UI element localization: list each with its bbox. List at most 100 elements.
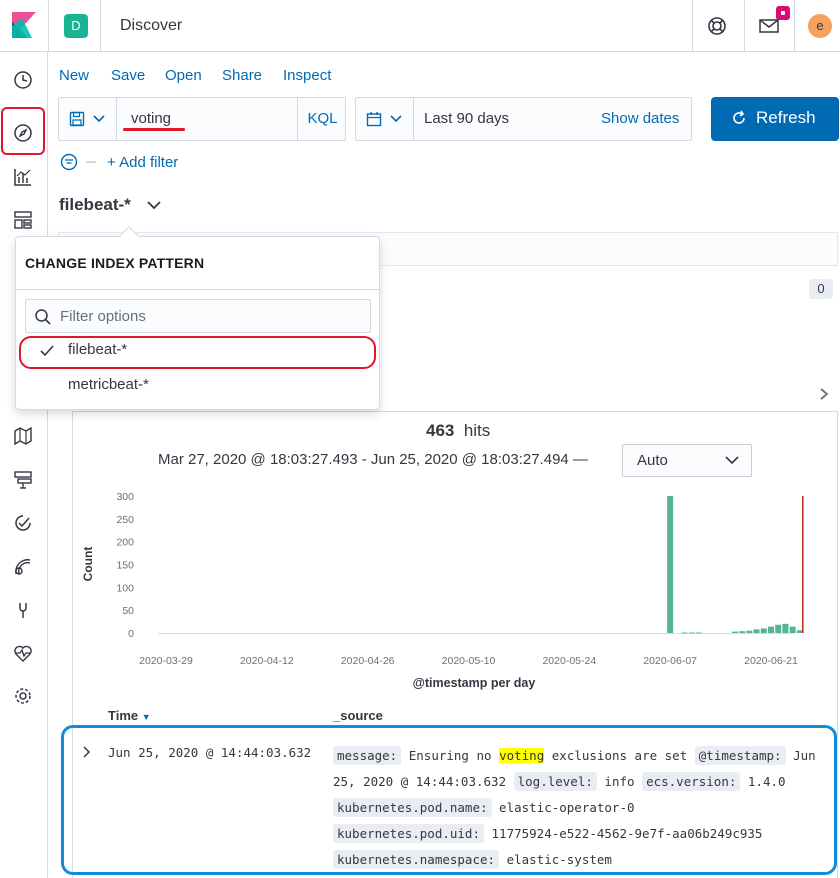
x-axis-label: @timestamp per day — [413, 676, 536, 690]
chevron-down-icon — [390, 115, 402, 123]
source-field-value: exclusions are set — [551, 748, 688, 763]
source-column-header: _source — [333, 708, 383, 723]
filter-menu-icon[interactable] — [60, 153, 98, 171]
y-tick-label: 50 — [122, 605, 134, 617]
chevron-right-icon[interactable] — [818, 387, 830, 401]
row-timestamp: Jun 25, 2020 @ 14:44:03.632 — [108, 745, 312, 760]
search-input[interactable]: voting — [131, 110, 171, 127]
new-link[interactable]: New — [59, 67, 89, 84]
source-cell: message: Ensuring no voting exclusions a… — [333, 743, 829, 873]
siem-icon[interactable] — [12, 556, 34, 578]
histogram-bar — [796, 630, 803, 633]
show-dates-link[interactable]: Show dates — [601, 110, 679, 127]
divider — [48, 0, 49, 52]
y-tick-label: 250 — [116, 514, 134, 526]
page-title: Discover — [120, 17, 183, 34]
maps-icon[interactable] — [12, 425, 34, 447]
user-avatar[interactable]: e — [808, 14, 832, 38]
change-index-pattern-popover: CHANGE INDEX PATTERN Filter options file… — [15, 226, 380, 410]
notification-badge — [776, 6, 790, 20]
management-gear-icon[interactable] — [12, 685, 34, 707]
visualize-chart-icon[interactable] — [12, 166, 34, 188]
histogram-bar — [681, 632, 688, 634]
source-field-value: 11775924-e522-4562-9e7f-aa06b249c935 — [491, 826, 763, 841]
option-metricbeat[interactable]: metricbeat-* — [68, 376, 149, 393]
source-field-key: message: — [333, 746, 402, 765]
x-tick-label: 2020-04-12 — [240, 655, 294, 667]
highlight-underline — [123, 128, 185, 131]
divider — [692, 0, 693, 52]
time-range-text: Mar 27, 2020 @ 18:03:27.493 - Jun 25, 20… — [158, 451, 588, 468]
y-tick-label: 100 — [116, 582, 134, 594]
y-axis-label: Count — [81, 547, 95, 582]
x-tick-label: 2020-03-29 — [139, 655, 193, 667]
uptime-icon[interactable] — [12, 512, 34, 534]
divider — [744, 0, 745, 52]
field-count-badge: 0 — [809, 279, 833, 299]
recent-clock-icon[interactable] — [12, 69, 34, 91]
help-lifebuoy-icon[interactable] — [706, 15, 728, 37]
saved-query-button[interactable] — [59, 98, 117, 140]
y-tick-label: 300 — [116, 491, 134, 503]
histogram-bar — [695, 632, 702, 634]
source-field: kubernetes.namespace: elastic-system — [333, 850, 612, 869]
discover-compass-icon[interactable] — [12, 122, 34, 144]
y-tick-label: 150 — [116, 560, 134, 572]
x-tick-label: 2020-06-07 — [643, 655, 697, 667]
source-field-value: elastic-operator-0 — [499, 800, 635, 815]
chevron-down-icon — [725, 456, 739, 465]
source-field: message: Ensuring no voting exclusions a… — [333, 746, 687, 765]
source-field-key: @timestamp: — [694, 746, 786, 765]
histogram-bar — [775, 624, 782, 633]
source-field-value: info — [604, 774, 635, 789]
quick-menu-button[interactable] — [356, 98, 414, 140]
x-tick-label: 2020-04-26 — [341, 655, 395, 667]
histogram-bar — [782, 623, 789, 633]
filter-options-input[interactable]: Filter options — [25, 299, 371, 333]
sort-down-icon[interactable]: ▼ — [142, 712, 151, 722]
space-avatar[interactable]: D — [64, 14, 88, 38]
dashboard-icon[interactable] — [12, 209, 34, 231]
source-field: kubernetes.pod.name: elastic-operator-0 — [333, 798, 635, 817]
histogram-chart[interactable]: 0 50 100 150 200 250 300 2020-03-29 2020-04-12 20… — [76, 486, 840, 696]
open-link[interactable]: Open — [165, 67, 202, 84]
time-header-label: Time — [108, 708, 139, 723]
y-tick-label: 200 — [116, 537, 134, 549]
refresh-button[interactable]: Refresh — [711, 97, 839, 141]
source-field-key: kubernetes.namespace: — [333, 850, 500, 869]
histogram-bar — [760, 628, 767, 633]
filter-options-placeholder: Filter options — [60, 308, 146, 325]
x-tick-label: 2020-06-21 — [744, 655, 798, 667]
chevron-down-icon — [93, 115, 105, 123]
inspect-link[interactable]: Inspect — [283, 67, 331, 84]
kibana-logo[interactable] — [12, 12, 36, 38]
source-field-key: log.level: — [513, 772, 597, 791]
source-field-value: 1.4.0 — [747, 774, 786, 789]
search-icon — [35, 309, 51, 325]
time-column-header[interactable]: Time ▼ — [108, 708, 151, 723]
date-range-label[interactable]: Last 90 days — [424, 110, 509, 127]
save-link[interactable]: Save — [111, 67, 145, 84]
popover-title: CHANGE INDEX PATTERN — [25, 255, 205, 271]
dev-tools-icon[interactable] — [12, 599, 34, 621]
add-filter-button[interactable]: + Add filter — [107, 154, 178, 171]
hits-label: hits — [463, 421, 491, 440]
source-field-key: kubernetes.pod.name: — [333, 798, 492, 817]
ml-icon[interactable] — [12, 469, 34, 491]
popover-arrow — [119, 226, 139, 246]
source-field-key: kubernetes.pod.uid: — [333, 824, 484, 843]
interval-select[interactable]: Auto — [622, 444, 752, 477]
histogram-bar — [746, 630, 753, 633]
query-language-toggle[interactable]: KQL — [297, 98, 347, 140]
histogram-bar — [688, 632, 695, 634]
date-picker: Last 90 days Show dates — [355, 97, 692, 141]
monitoring-icon[interactable] — [12, 642, 34, 664]
top-header: D Discover e — [0, 0, 840, 52]
source-field-value: Ensuring no — [408, 748, 492, 763]
index-pattern-selector[interactable]: filebeat-* — [59, 195, 131, 215]
expand-row-icon[interactable] — [82, 746, 92, 758]
x-tick-label: 2020-05-24 — [542, 655, 596, 667]
source-field: kubernetes.pod.uid: 11775924-e522-4562-9… — [333, 824, 762, 843]
share-link[interactable]: Share — [222, 67, 262, 84]
chevron-down-icon[interactable] — [146, 199, 162, 211]
